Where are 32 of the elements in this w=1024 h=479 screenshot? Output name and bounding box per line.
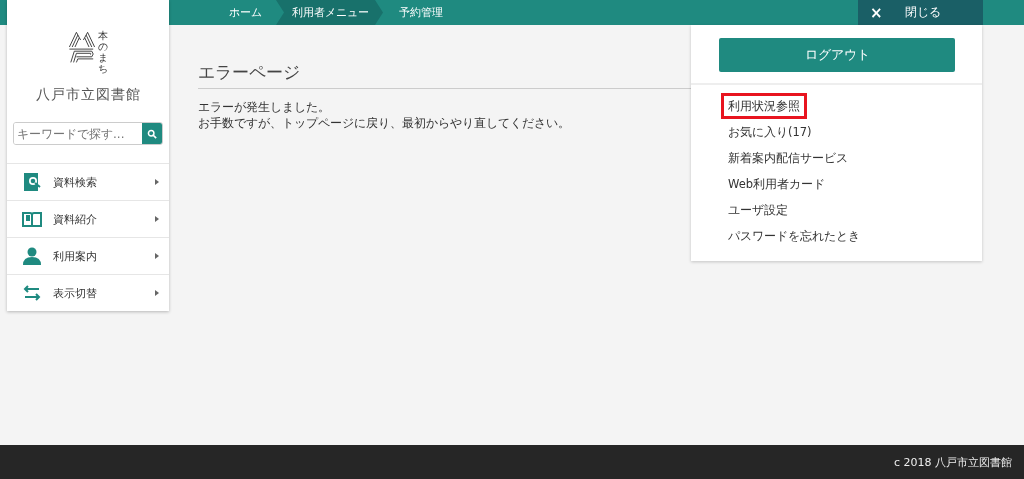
breadcrumb-link[interactable]: 予約管理 xyxy=(383,0,457,25)
open-book-icon xyxy=(22,209,42,229)
swap-arrows-icon xyxy=(22,283,42,303)
nav-item[interactable]: 表示切替 xyxy=(7,274,169,311)
logout-button[interactable]: ログアウト xyxy=(719,38,955,72)
breadcrumb-link[interactable]: 利用者メニュー xyxy=(276,0,383,25)
user-menu-link[interactable]: お気に入り(17) xyxy=(721,119,819,145)
copyright-text: c 2018 八戸市立図書館 xyxy=(893,454,1012,470)
user-menu-link[interactable]: ユーザ設定 xyxy=(721,197,795,223)
user-menu-link[interactable]: 新着案内配信サービス xyxy=(721,145,855,171)
nav-item[interactable]: 資料検索 xyxy=(7,163,169,200)
user-menu-link[interactable]: パスワードを忘れたとき xyxy=(721,223,867,249)
caret-icon xyxy=(155,179,159,185)
search-icon xyxy=(147,128,157,139)
error-message: お手数ですが、トップページに戻り、最初からやり直してください。 xyxy=(198,115,571,131)
book-search-icon xyxy=(22,172,42,192)
person-icon xyxy=(22,246,42,266)
caret-icon xyxy=(155,253,159,259)
caret-icon xyxy=(155,290,159,296)
user-menu-link[interactable]: Web利用者カード xyxy=(721,171,833,197)
breadcrumb-link[interactable]: ホーム xyxy=(213,0,276,25)
caret-icon xyxy=(155,216,159,222)
logo-icon xyxy=(68,30,96,64)
logo-text: 本のまち xyxy=(98,30,108,74)
user-menu-link[interactable]: 利用状況参照 xyxy=(721,93,807,119)
nav-item[interactable]: 資料紹介 xyxy=(7,200,169,237)
library-name: 八戸市立図書館 xyxy=(35,86,141,104)
error-message: エラーが発生しました。 xyxy=(198,99,331,115)
search-field[interactable]: キーワードで探す... xyxy=(13,122,163,145)
nav-item[interactable]: 利用案内 xyxy=(7,237,169,274)
close-button[interactable]: × 閉じる xyxy=(858,0,983,25)
search-button[interactable] xyxy=(142,123,162,144)
